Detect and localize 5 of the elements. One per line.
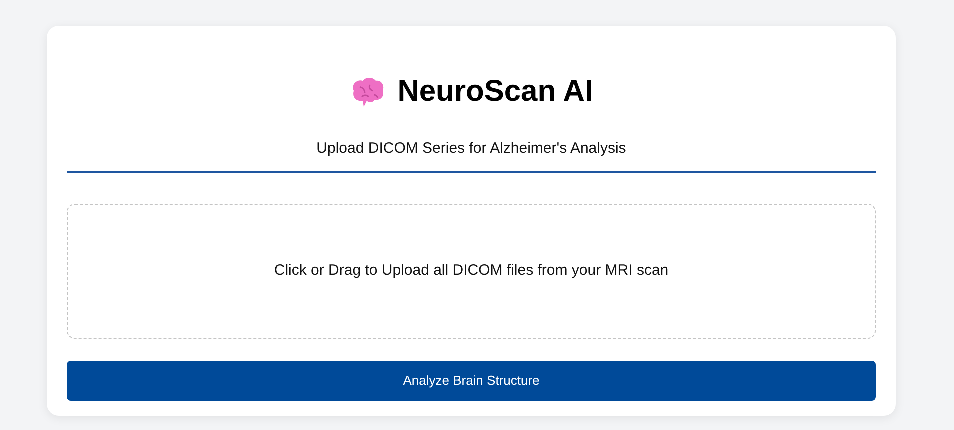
subtitle: Upload DICOM Series for Alzheimer's Analysis [316,141,628,156]
dropzone-text: Click or Drag to Upload all DICOM files from your MRI scan [274,261,669,282]
analyze-button[interactable]: Analyze Brain Structure [67,361,876,401]
upload-dropzone[interactable]: Click or Drag to Upload all DICOM files from your MRI scan [67,204,876,339]
app-title: NeuroScan AI [398,77,594,107]
